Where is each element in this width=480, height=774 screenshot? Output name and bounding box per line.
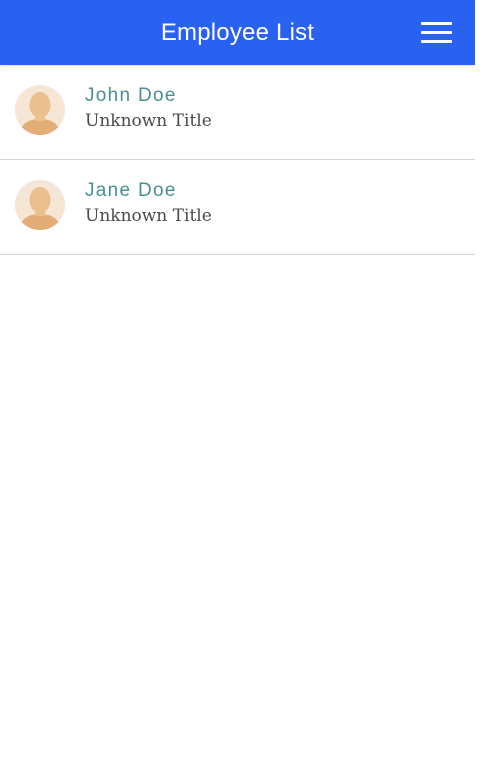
employee-row[interactable]: John Doe Unknown Title <box>0 65 475 160</box>
hamburger-menu-icon[interactable] <box>414 16 458 50</box>
app-header: Employee List <box>0 0 475 65</box>
app-screen: Employee List John Doe Unknown Title Jan… <box>0 0 480 774</box>
person-silhouette-icon <box>15 85 65 135</box>
employee-name: Jane Doe <box>85 180 177 201</box>
menu-bar-bottom <box>421 40 452 43</box>
window-edge <box>475 0 480 774</box>
employee-title: Unknown Title <box>85 111 212 131</box>
employee-row[interactable]: Jane Doe Unknown Title <box>0 160 475 255</box>
person-silhouette-icon <box>15 180 65 230</box>
page-title: Employee List <box>160 19 315 46</box>
menu-bar-middle <box>421 31 452 34</box>
employee-title: Unknown Title <box>85 206 212 226</box>
employee-name: John Doe <box>85 85 177 106</box>
employee-list: John Doe Unknown Title Jane Doe Unknown … <box>0 65 475 255</box>
menu-bar-top <box>421 22 452 25</box>
